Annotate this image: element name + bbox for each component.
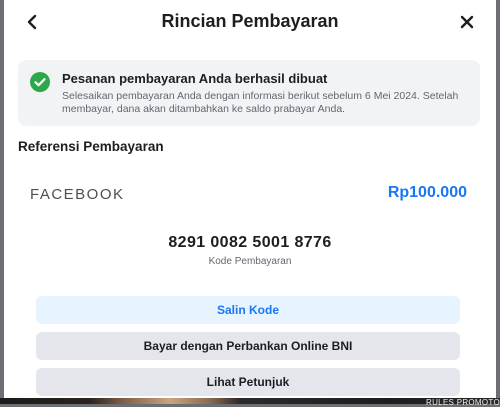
merchant-name: FACEBOOK bbox=[30, 186, 125, 203]
close-icon bbox=[460, 15, 474, 29]
background-page-text: RULES PROMOTO bbox=[426, 398, 500, 407]
payment-amount: Rp100.000 bbox=[387, 184, 467, 201]
pay-bni-online-button[interactable]: Bayar dengan Perbankan Online BNI bbox=[36, 332, 460, 360]
notice-title: Pesanan pembayaran Anda berhasil dibuat bbox=[62, 71, 328, 86]
payment-details-dialog: Rincian Pembayaran Pesanan pembayaran An… bbox=[4, 0, 496, 398]
check-circle-icon bbox=[30, 72, 50, 92]
dialog-title: Rincian Pembayaran bbox=[161, 11, 339, 31]
close-button[interactable] bbox=[453, 8, 481, 36]
view-instructions-button[interactable]: Lihat Petunjuk bbox=[36, 368, 460, 396]
notice-body: Selesaikan pembayaran Anda dengan inform… bbox=[62, 90, 459, 115]
background-page-strip bbox=[0, 398, 500, 404]
copy-code-button[interactable]: Salin Kode bbox=[36, 296, 460, 324]
section-title: Referensi Pembayaran bbox=[18, 139, 164, 154]
success-notice: Pesanan pembayaran Anda berhasil dibuat … bbox=[18, 60, 480, 126]
dialog-header: Rincian Pembayaran bbox=[4, 0, 496, 44]
payment-code-label: Kode Pembayaran bbox=[208, 256, 292, 267]
payment-code: 8291 0082 5001 8776 bbox=[168, 234, 332, 251]
